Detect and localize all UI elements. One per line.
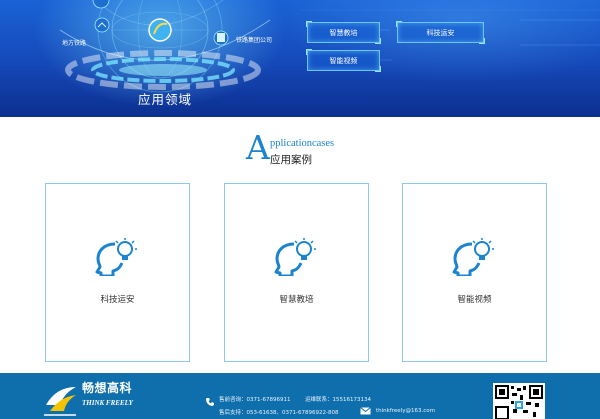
- heading-initial: A: [246, 128, 270, 167]
- section-heading: A pplicationcases 应用案例: [246, 131, 366, 169]
- hero-globe-illustration: [59, 0, 600, 93]
- hero-title: 应用领域: [138, 92, 193, 107]
- logo-chinese-name: 畅想高科: [82, 381, 133, 395]
- logo-mark-icon: [44, 387, 76, 416]
- hero-banner: 地方铁路 铁路集团公司 智慧教培 科技运安 智能视频 应用领域: [0, 0, 600, 117]
- case-card-tech-safety[interactable]: 科技运安: [45, 183, 190, 362]
- hero-button-tech-safety[interactable]: 科技运安: [396, 21, 485, 44]
- logo-english-name: THINK FREELY: [82, 399, 133, 407]
- hero-button-smart-training[interactable]: 智慧教培: [306, 21, 381, 44]
- mail-icon: [360, 407, 371, 415]
- ops-contact: 运维联系：15516173134: [305, 397, 371, 403]
- sales-contact: 售前咨询：0371-67896911: [219, 397, 291, 403]
- hero-node-label-right: 铁路集团公司: [236, 37, 273, 44]
- company-logo[interactable]: 畅想高科 THINK FREELY: [42, 377, 152, 419]
- card-label: 智慧教培: [279, 295, 314, 305]
- card-label: 科技运安: [100, 295, 135, 305]
- footer: 畅想高科 THINK FREELY 售前咨询：0371-67896911 运维联…: [0, 373, 600, 419]
- support-contact: 售后支持：053-61638、0371-67896922-808: [219, 410, 339, 416]
- heading-english: pplicationcases: [270, 138, 335, 149]
- phone-icon: [206, 398, 214, 406]
- qr-code: [493, 383, 545, 419]
- head-lightbulb-icon: [95, 236, 139, 278]
- head-lightbulb-icon: [452, 236, 496, 278]
- case-card-smart-video[interactable]: 智能视频: [402, 183, 547, 362]
- card-label: 智能视频: [457, 295, 492, 305]
- hero-button-smart-video[interactable]: 智能视频: [306, 49, 381, 72]
- hero-node-label-left: 地方铁路: [62, 40, 87, 47]
- head-lightbulb-icon: [274, 236, 318, 278]
- email-link[interactable]: thinkfreely@163.com: [376, 408, 435, 414]
- case-card-smart-training[interactable]: 智慧教培: [224, 183, 369, 362]
- heading-chinese: 应用案例: [270, 154, 312, 166]
